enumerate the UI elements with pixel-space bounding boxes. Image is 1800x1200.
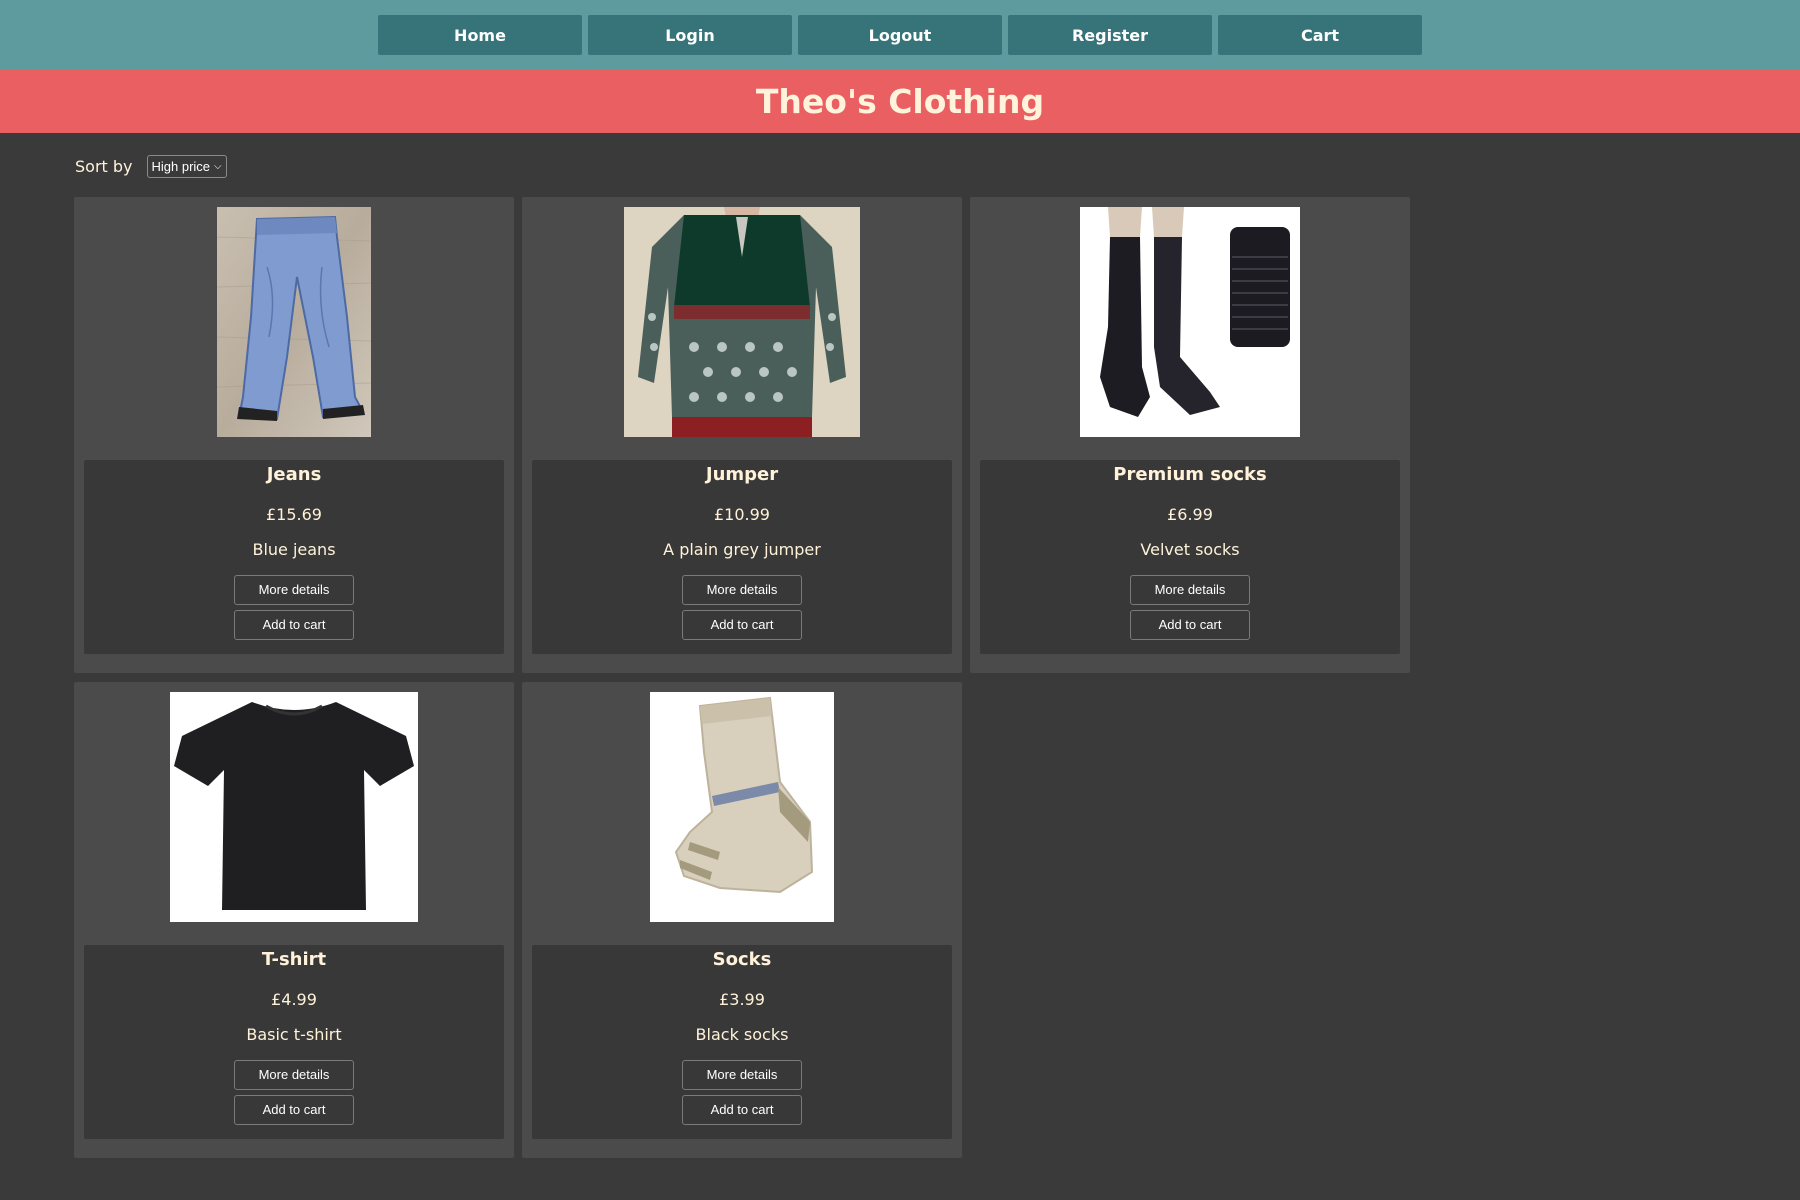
- product-card: Premium socks £6.99 Velvet socks More de…: [970, 197, 1410, 673]
- nav-login-button[interactable]: Login: [588, 15, 792, 55]
- product-info: Jumper £10.99 A plain grey jumper More d…: [532, 460, 952, 654]
- top-navigation: Home Login Logout Register Cart: [0, 0, 1800, 70]
- product-card: T-shirt £4.99 Basic t-shirt More details…: [74, 682, 514, 1158]
- sort-select[interactable]: High price ⌵: [146, 155, 227, 178]
- nav-cart-button[interactable]: Cart: [1218, 15, 1422, 55]
- product-name: Premium socks: [1113, 464, 1267, 485]
- add-to-cart-button[interactable]: Add to cart: [682, 610, 802, 640]
- more-details-button[interactable]: More details: [1130, 575, 1250, 605]
- product-price: £15.69: [266, 505, 322, 524]
- product-card: Jumper £10.99 A plain grey jumper More d…: [522, 197, 962, 673]
- product-description: Black socks: [695, 1025, 789, 1044]
- socks-photo: [650, 692, 834, 922]
- product-card: Socks £3.99 Black socks More details Add…: [522, 682, 962, 1158]
- product-name: T-shirt: [261, 949, 327, 970]
- add-to-cart-button[interactable]: Add to cart: [234, 1095, 354, 1125]
- chevron-down-icon: ⌵: [214, 161, 222, 172]
- more-details-button[interactable]: More details: [234, 575, 354, 605]
- jumper-photo: [624, 207, 860, 437]
- nav-logout-button[interactable]: Logout: [798, 15, 1002, 55]
- nav-register-button[interactable]: Register: [1008, 15, 1212, 55]
- add-to-cart-button[interactable]: Add to cart: [1130, 610, 1250, 640]
- sort-label: Sort by: [75, 157, 133, 176]
- site-title: Theo's Clothing: [755, 82, 1045, 121]
- more-details-button[interactable]: More details: [234, 1060, 354, 1090]
- product-price: £6.99: [1167, 505, 1213, 524]
- product-grid: Jeans £15.69 Blue jeans More details Add…: [74, 197, 1410, 1158]
- product-description: Velvet socks: [1140, 540, 1240, 559]
- product-card: Jeans £15.69 Blue jeans More details Add…: [74, 197, 514, 673]
- more-details-button[interactable]: More details: [682, 575, 802, 605]
- product-description: Blue jeans: [252, 540, 336, 559]
- product-info: Premium socks £6.99 Velvet socks More de…: [980, 460, 1400, 654]
- premium-socks-photo: [1080, 207, 1300, 437]
- more-details-button[interactable]: More details: [682, 1060, 802, 1090]
- product-price: £3.99: [719, 990, 765, 1009]
- add-to-cart-button[interactable]: Add to cart: [234, 610, 354, 640]
- add-to-cart-button[interactable]: Add to cart: [682, 1095, 802, 1125]
- product-name: Jeans: [266, 464, 322, 485]
- product-name: Socks: [712, 949, 772, 970]
- product-description: Basic t-shirt: [246, 1025, 342, 1044]
- site-banner: Theo's Clothing: [0, 70, 1800, 133]
- product-description: A plain grey jumper: [663, 540, 821, 559]
- sort-selected-value: High price: [151, 159, 211, 174]
- product-price: £4.99: [271, 990, 317, 1009]
- product-info: T-shirt £4.99 Basic t-shirt More details…: [84, 945, 504, 1139]
- product-price: £10.99: [714, 505, 770, 524]
- product-info: Jeans £15.69 Blue jeans More details Add…: [84, 460, 504, 654]
- product-name: Jumper: [705, 464, 779, 485]
- sort-bar: Sort by High price ⌵: [75, 155, 227, 178]
- nav-home-button[interactable]: Home: [378, 15, 582, 55]
- tshirt-photo: [170, 692, 418, 922]
- product-info: Socks £3.99 Black socks More details Add…: [532, 945, 952, 1139]
- jeans-photo: [217, 207, 371, 437]
